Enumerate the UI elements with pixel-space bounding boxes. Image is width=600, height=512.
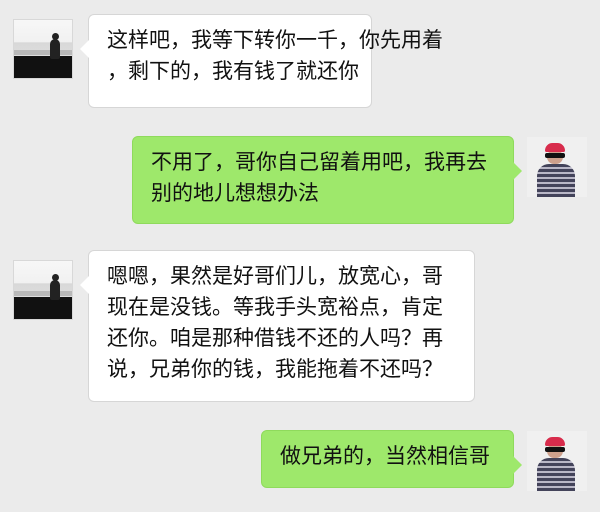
avatar-figure [50, 39, 60, 59]
avatar-red-hat [545, 437, 565, 446]
avatar-red-hat [545, 143, 565, 152]
self-avatar[interactable] [527, 137, 587, 197]
contact-avatar[interactable] [13, 19, 73, 79]
contact-avatar[interactable] [13, 260, 73, 320]
message-text-line: 这样吧，我等下转你一千，你先用着 [107, 28, 443, 52]
chat-conversation: 这样吧，我等下转你一千，你先用着 ，剩下的，我有钱了就还你 不用了，哥你自己留着… [0, 0, 600, 512]
message-text-line: ，剩下的，我有钱了就还你 [107, 59, 359, 83]
avatar-sunglasses [545, 153, 565, 158]
avatar-striped-shirt [537, 164, 575, 197]
message-text-line: 不用了，哥你自己留着用吧，我再去 [151, 150, 487, 174]
message-text-line: 还你。咱是那种借钱不还的人吗？再 [107, 326, 443, 350]
avatar-sea [14, 50, 72, 55]
outgoing-message-bubble[interactable]: 不用了，哥你自己留着用吧，我再去 别的地儿想想办法 [132, 136, 522, 224]
message-text-line: 现在是没钱。等我手头宽裕点，肯定 [107, 295, 443, 319]
message-text-line: 嗯嗯，果然是好哥们儿，放宽心，哥 [107, 264, 443, 288]
incoming-message-bubble[interactable]: 这样吧，我等下转你一千，你先用着 ，剩下的，我有钱了就还你 [80, 14, 443, 108]
avatar-sea [14, 291, 72, 296]
message-text-line: 做兄弟的，当然相信哥 [280, 444, 490, 468]
outgoing-message-bubble[interactable]: 做兄弟的，当然相信哥 [261, 430, 522, 488]
avatar-striped-shirt [537, 458, 575, 491]
avatar-sunglasses [545, 447, 565, 452]
self-avatar[interactable] [527, 431, 587, 491]
avatar-rock [14, 297, 72, 319]
message-text-line: 别的地儿想想办法 [151, 181, 319, 205]
avatar-figure [50, 280, 60, 300]
message-text-line: 说，兄弟你的钱，我能拖着不还吗？ [107, 357, 443, 381]
incoming-message-bubble[interactable]: 嗯嗯，果然是好哥们儿，放宽心，哥 现在是没钱。等我手头宽裕点，肯定 还你。咱是那… [80, 250, 475, 402]
avatar-rock [14, 56, 72, 78]
